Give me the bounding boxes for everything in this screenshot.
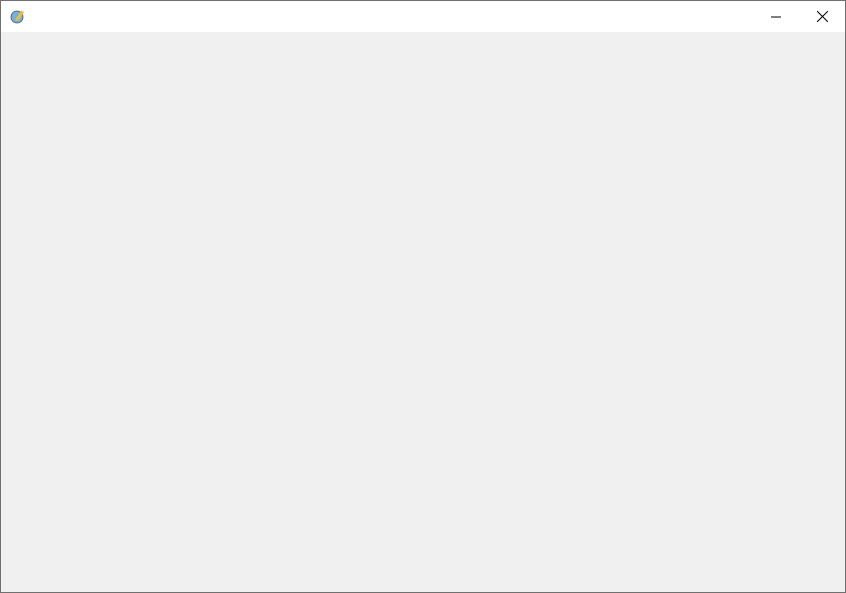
app-icon <box>10 10 25 24</box>
dialog-window <box>0 0 846 593</box>
close-button[interactable] <box>799 1 845 32</box>
close-icon <box>816 11 828 22</box>
title-bar <box>1 1 845 32</box>
